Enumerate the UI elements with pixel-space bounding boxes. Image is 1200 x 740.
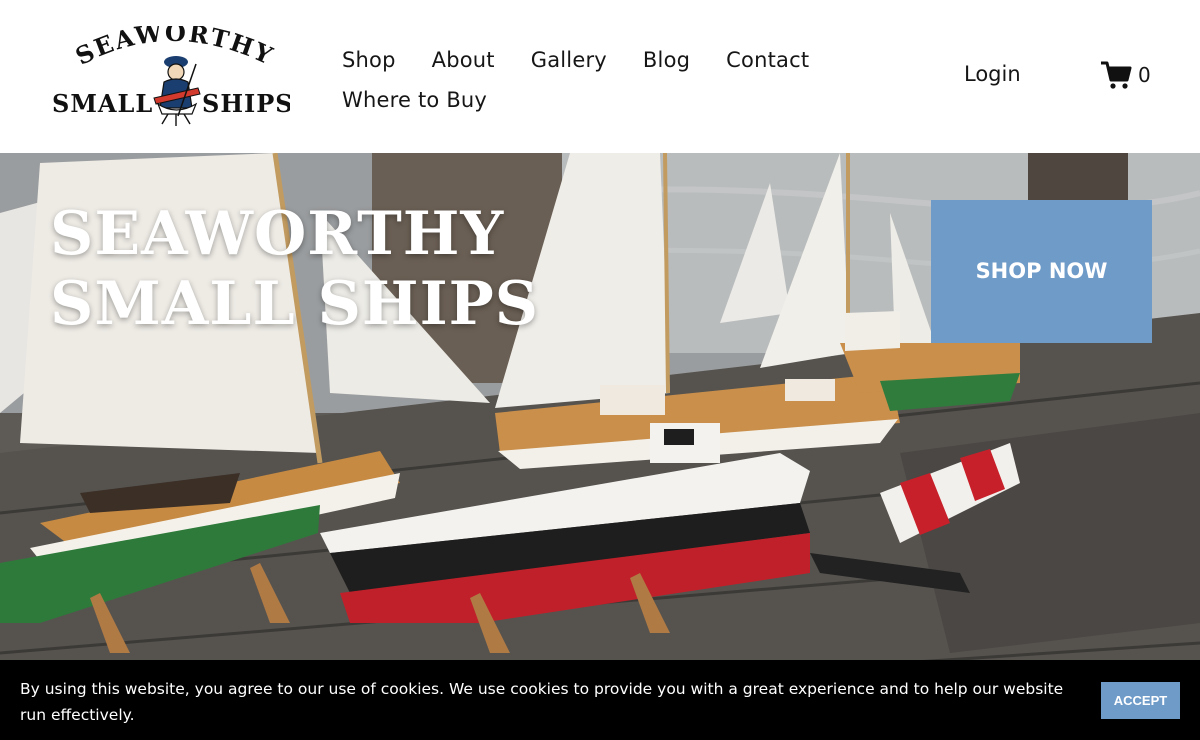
nav-item-gallery[interactable]: Gallery <box>531 48 607 72</box>
hero-title: SEAWORTHY SMALL SHIPS <box>50 199 540 339</box>
cart-button[interactable]: 0 <box>1100 60 1151 90</box>
nav-item-where-to-buy[interactable]: Where to Buy <box>342 88 487 112</box>
cart-count: 0 <box>1138 63 1151 87</box>
cart-icon <box>1101 61 1132 89</box>
site-header: SEAWORTHY SMALL SHIPS Shop About Gallery… <box>0 0 1200 153</box>
site-logo[interactable]: SEAWORTHY SMALL SHIPS <box>50 18 293 126</box>
logo-right-text: SHIPS <box>202 89 290 118</box>
nav-item-contact[interactable]: Contact <box>726 48 809 72</box>
cookie-banner: By using this website, you agree to our … <box>0 660 1200 740</box>
shop-now-button[interactable]: SHOP NOW <box>931 200 1152 343</box>
nav-item-about[interactable]: About <box>432 48 495 72</box>
logo-emblem-icon: SEAWORTHY SMALL SHIPS <box>52 18 293 126</box>
nav-item-blog[interactable]: Blog <box>643 48 690 72</box>
accept-cookies-button[interactable]: ACCEPT <box>1101 682 1180 719</box>
main-nav: Shop About Gallery Blog Contact Where to… <box>342 40 862 120</box>
hero-banner: SEAWORTHY SMALL SHIPS SHOP NOW <box>0 153 1200 740</box>
login-link[interactable]: Login <box>964 62 1021 86</box>
nav-item-shop[interactable]: Shop <box>342 48 396 72</box>
cookie-text: By using this website, you agree to our … <box>20 680 1064 724</box>
logo-left-text: SMALL <box>52 89 153 118</box>
